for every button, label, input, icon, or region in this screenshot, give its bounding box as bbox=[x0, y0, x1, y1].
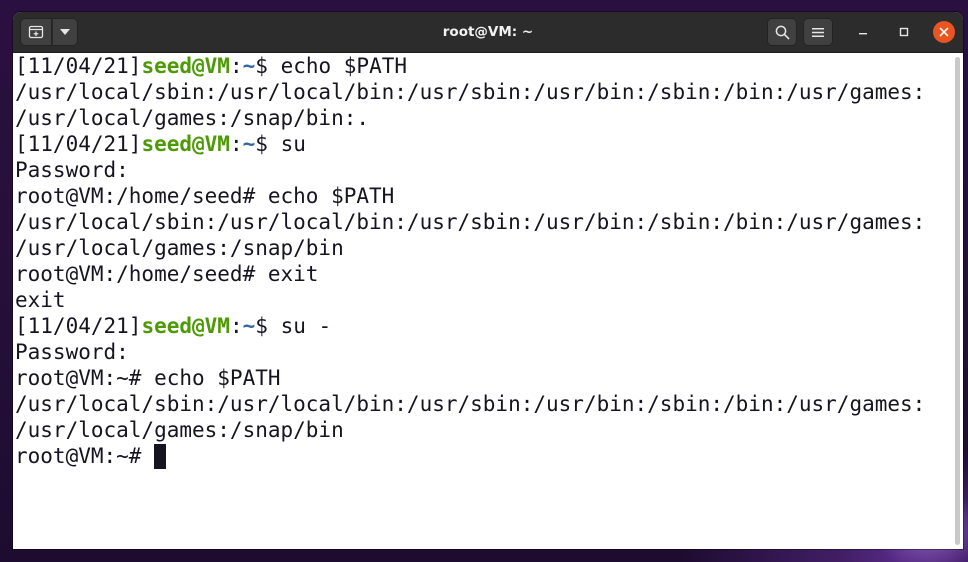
prompt-user: seed@VM bbox=[141, 54, 230, 78]
terminal-line: Password: bbox=[15, 157, 949, 183]
terminal-line: root@VM:/home/seed# echo $PATH bbox=[15, 183, 949, 209]
terminal-line-text: /usr/local/games:/snap/bin:. bbox=[15, 106, 370, 130]
menu-button[interactable] bbox=[803, 18, 833, 46]
prompt-colon: : bbox=[229, 314, 243, 338]
prompt-path: ~ bbox=[242, 132, 256, 156]
prompt-symbol: $ bbox=[255, 132, 281, 156]
terminal-line-text: root@VM:/home/seed# echo $PATH bbox=[15, 184, 395, 208]
maximize-button[interactable] bbox=[893, 21, 915, 43]
terminal-prompt-line: [11/04/21]seed@VM:~$ su bbox=[15, 131, 949, 157]
prompt-path: ~ bbox=[242, 54, 256, 78]
terminal-line-text: root@VM:/home/seed# exit bbox=[15, 262, 319, 286]
terminal-line: /usr/local/sbin:/usr/local/bin:/usr/sbin… bbox=[15, 209, 949, 235]
search-button[interactable] bbox=[767, 18, 797, 46]
terminal-line: /usr/local/sbin:/usr/local/bin:/usr/sbin… bbox=[15, 79, 949, 105]
new-tab-icon bbox=[28, 25, 44, 39]
prompt-symbol: $ bbox=[255, 314, 281, 338]
prompt-colon: : bbox=[229, 54, 243, 78]
prompt-command: su bbox=[280, 132, 306, 156]
scrollbar-thumb[interactable] bbox=[955, 57, 960, 545]
terminal-line-text: root@VM:~# bbox=[15, 444, 155, 468]
prompt-user: seed@VM bbox=[141, 314, 230, 338]
tab-button-group bbox=[20, 18, 78, 46]
hamburger-menu-icon bbox=[812, 27, 824, 37]
prompt-date: [11/04/21] bbox=[15, 132, 142, 156]
prompt-path: ~ bbox=[242, 314, 256, 338]
terminal-line-text: /usr/local/sbin:/usr/local/bin:/usr/sbin… bbox=[15, 80, 926, 104]
terminal-prompt-line: [11/04/21]seed@VM:~$ su - bbox=[15, 313, 949, 339]
terminal-line: /usr/local/games:/snap/bin bbox=[15, 235, 949, 261]
terminal-line: /usr/local/games:/snap/bin bbox=[15, 417, 949, 443]
terminal-line: /usr/local/games:/snap/bin:. bbox=[15, 105, 949, 131]
terminal-line-text: Password: bbox=[15, 158, 129, 182]
maximize-icon bbox=[899, 27, 909, 37]
prompt-command: su - bbox=[280, 314, 332, 338]
terminal-line: Password: bbox=[15, 339, 949, 365]
tab-menu-dropdown-button[interactable] bbox=[52, 18, 78, 46]
title-bar: root@VM: ~ bbox=[13, 12, 963, 53]
terminal-cursor bbox=[154, 444, 167, 469]
terminal-window: root@VM: ~ [11/04/21]seed@VM:~$ echo $PA… bbox=[13, 12, 963, 549]
minimize-icon bbox=[859, 33, 867, 35]
terminal-output[interactable]: [11/04/21]seed@VM:~$ echo $PATH/usr/loca… bbox=[13, 53, 949, 549]
prompt-date: [11/04/21] bbox=[15, 314, 142, 338]
terminal-line: root@VM:~# bbox=[15, 443, 949, 469]
terminal-line: exit bbox=[15, 287, 949, 313]
terminal-line-text: /usr/local/games:/snap/bin bbox=[15, 418, 344, 442]
terminal-line-text: Password: bbox=[15, 340, 129, 364]
terminal-line-text: /usr/local/games:/snap/bin bbox=[15, 236, 344, 260]
terminal-line-text: root@VM:~# echo $PATH bbox=[15, 366, 281, 390]
terminal-line-text: /usr/local/sbin:/usr/local/bin:/usr/sbin… bbox=[15, 210, 926, 234]
terminal-line-text: exit bbox=[15, 288, 66, 312]
close-icon bbox=[939, 27, 949, 37]
prompt-command: echo $PATH bbox=[280, 54, 407, 78]
prompt-symbol: $ bbox=[255, 54, 281, 78]
minimize-button[interactable] bbox=[852, 21, 874, 43]
terminal-scrollbar[interactable] bbox=[949, 53, 963, 549]
new-tab-button[interactable] bbox=[20, 18, 52, 46]
terminal-line: root@VM:~# echo $PATH bbox=[15, 365, 949, 391]
terminal-line: /usr/local/sbin:/usr/local/bin:/usr/sbin… bbox=[15, 391, 949, 417]
terminal-line: root@VM:/home/seed# exit bbox=[15, 261, 949, 287]
window-controls bbox=[761, 18, 955, 46]
prompt-colon: : bbox=[229, 132, 243, 156]
chevron-down-icon bbox=[60, 29, 70, 35]
search-icon bbox=[775, 25, 789, 39]
terminal-line-text: /usr/local/sbin:/usr/local/bin:/usr/sbin… bbox=[15, 392, 926, 416]
prompt-date: [11/04/21] bbox=[15, 54, 142, 78]
prompt-user: seed@VM bbox=[141, 132, 230, 156]
close-button[interactable] bbox=[933, 21, 955, 43]
terminal-prompt-line: [11/04/21]seed@VM:~$ echo $PATH bbox=[15, 53, 949, 79]
